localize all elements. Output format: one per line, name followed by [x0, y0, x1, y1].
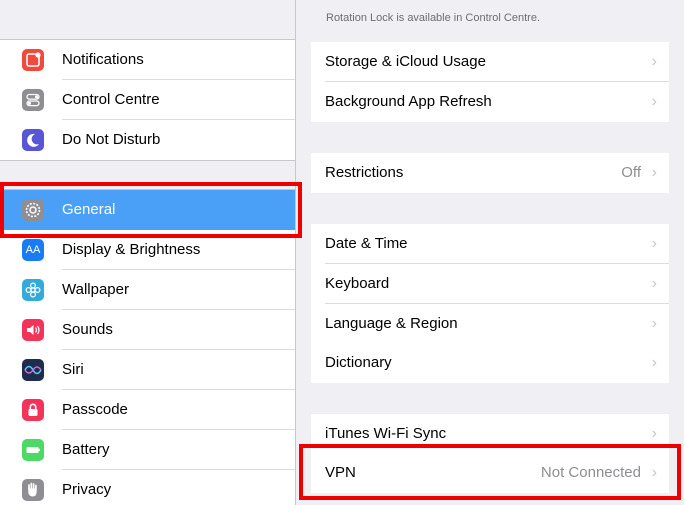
chevron-right-icon: ›: [651, 315, 657, 332]
chevron-right-icon: ›: [651, 275, 657, 292]
siri-icon: [22, 359, 44, 381]
row-dictionary[interactable]: Dictionary ›: [311, 343, 669, 383]
row-language-region[interactable]: Language & Region ›: [311, 304, 669, 344]
chevron-right-icon: ›: [651, 464, 657, 481]
sidebar-item-privacy[interactable]: Privacy: [0, 470, 295, 505]
lock-icon: [22, 399, 44, 421]
vpn-status-value: Not Connected: [540, 464, 641, 481]
row-label: Restrictions: [325, 164, 404, 181]
sidebar-item-label: Wallpaper: [62, 281, 129, 298]
general-settings-panel: Rotation Lock is available in Control Ce…: [296, 0, 684, 505]
sidebar-item-battery[interactable]: Battery: [0, 430, 295, 470]
row-restrictions[interactable]: Restrictions Off ›: [311, 153, 669, 193]
hand-icon: [22, 479, 44, 501]
row-label: Storage & iCloud Usage: [325, 53, 486, 70]
sidebar-group-spacer: [0, 160, 295, 190]
chevron-right-icon: ›: [651, 354, 657, 371]
row-background-app-refresh[interactable]: Background App Refresh ›: [311, 82, 669, 122]
sidebar-item-sounds[interactable]: Sounds: [0, 310, 295, 350]
rotation-lock-note: Rotation Lock is available in Control Ce…: [326, 12, 541, 24]
sidebar-item-wallpaper[interactable]: Wallpaper: [0, 270, 295, 310]
moon-icon: [22, 129, 44, 151]
battery-icon: [22, 439, 44, 461]
sidebar-item-label: Privacy: [62, 481, 112, 498]
sidebar-item-general[interactable]: General: [0, 190, 295, 230]
sidebar-item-control-centre[interactable]: Control Centre: [0, 80, 295, 120]
gear-icon: [22, 199, 44, 221]
sidebar-item-siri[interactable]: Siri: [0, 350, 295, 390]
sidebar-item-notifications[interactable]: Notifications: [0, 40, 295, 80]
sidebar-item-do-not-disturb[interactable]: Do Not Disturb: [0, 120, 295, 160]
row-date-time[interactable]: Date & Time ›: [311, 224, 669, 264]
row-label: Dictionary: [325, 354, 392, 371]
restrictions-value: Off: [621, 164, 641, 181]
display-icon: AA: [22, 239, 44, 261]
sidebar-item-display-brightness[interactable]: AA Display & Brightness: [0, 230, 295, 270]
chevron-right-icon: ›: [651, 93, 657, 110]
sidebar-item-label: Sounds: [62, 321, 113, 338]
row-label: Background App Refresh: [325, 93, 492, 110]
sidebar-item-label: Notifications: [62, 51, 144, 68]
row-storage-icloud-usage[interactable]: Storage & iCloud Usage ›: [311, 42, 669, 82]
speaker-icon: [22, 319, 44, 341]
chevron-right-icon: ›: [651, 53, 657, 70]
row-label: VPN: [325, 464, 356, 481]
sidebar-top-spacer: [0, 0, 295, 40]
sidebar-item-label: Control Centre: [62, 91, 160, 108]
row-label: Language & Region: [325, 315, 458, 332]
sidebar-item-label: Passcode: [62, 401, 128, 418]
row-label: iTunes Wi-Fi Sync: [325, 425, 447, 442]
sidebar-item-label: Siri: [62, 361, 84, 378]
chevron-right-icon: ›: [651, 235, 657, 252]
control-centre-icon: [22, 89, 44, 111]
sidebar-item-label: Battery: [62, 441, 110, 458]
sidebar-item-label: Display & Brightness: [62, 241, 201, 258]
chevron-right-icon: ›: [651, 425, 657, 442]
row-itunes-wifi-sync[interactable]: iTunes Wi-Fi Sync ›: [311, 414, 669, 454]
sidebar-item-label: General: [62, 201, 116, 218]
notifications-icon: [22, 49, 44, 71]
sidebar-item-label: Do Not Disturb: [62, 131, 161, 148]
chevron-right-icon: ›: [651, 164, 657, 181]
settings-sidebar: Notifications Control Centre Do Not Dist…: [0, 0, 296, 505]
row-vpn[interactable]: VPN Not Connected ›: [311, 453, 669, 493]
row-keyboard[interactable]: Keyboard ›: [311, 264, 669, 304]
wallpaper-icon: [22, 279, 44, 301]
row-label: Date & Time: [325, 235, 408, 252]
row-label: Keyboard: [325, 275, 390, 292]
sidebar-item-passcode[interactable]: Passcode: [0, 390, 295, 430]
